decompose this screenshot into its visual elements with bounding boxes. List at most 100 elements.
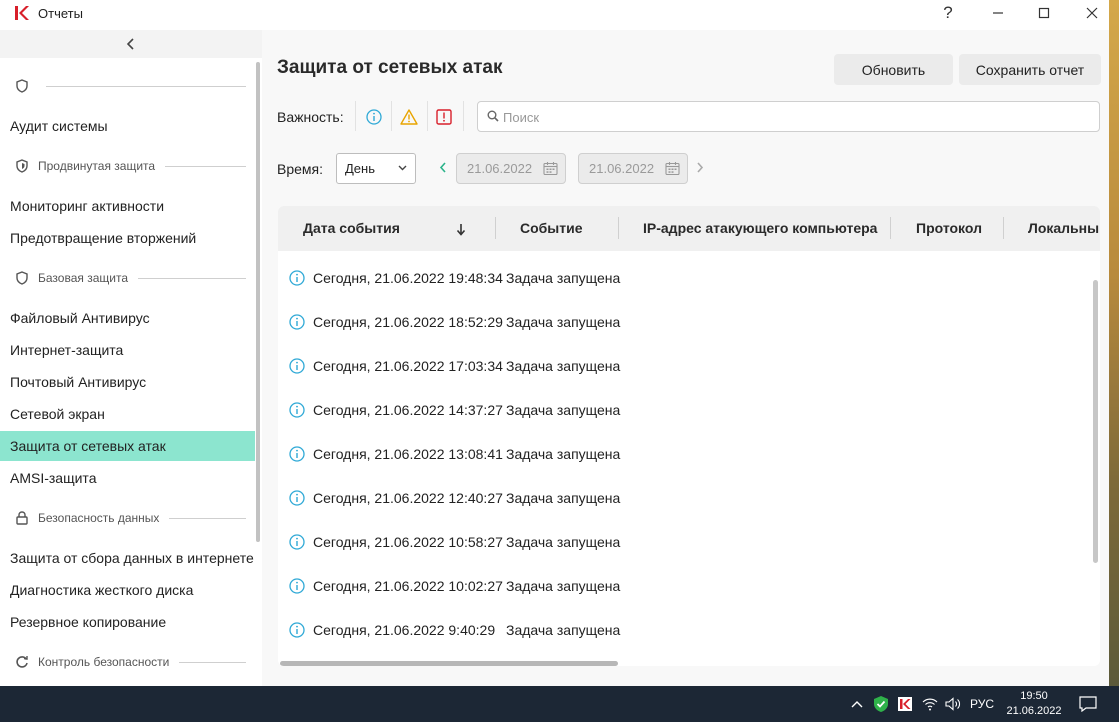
maximize-button[interactable] [1021, 0, 1067, 26]
search-icon [487, 110, 499, 122]
calendar-icon [543, 162, 558, 176]
minimize-button[interactable] [975, 0, 1021, 26]
table-row[interactable]: Сегодня, 21.06.2022 19:48:34 Задача запу… [278, 256, 1090, 300]
notification-icon [1079, 696, 1097, 712]
sort-descending-icon[interactable] [456, 206, 466, 251]
event-date-cell: Сегодня, 21.06.2022 17:03:34 [313, 358, 503, 374]
table-header: Дата события Событие IP-адрес атакующего… [278, 206, 1100, 251]
date-from-field[interactable]: 21.06.2022 [456, 153, 566, 184]
column-separator[interactable] [618, 217, 619, 239]
separator [355, 101, 356, 131]
event-date-cell: Сегодня, 21.06.2022 10:02:27 [313, 578, 503, 594]
refresh-button[interactable]: Обновить [834, 54, 953, 85]
sidebar-item-backup[interactable]: Резервное копирование [0, 607, 255, 637]
event-name-cell: Задача запущена [506, 402, 621, 418]
shield-icon [14, 158, 30, 174]
previous-period-button[interactable] [439, 161, 447, 176]
sidebar-item-file-antivirus[interactable]: Файловый Антивирус [0, 303, 255, 333]
calendar-icon [665, 162, 680, 176]
table-row[interactable]: Сегодня, 21.06.2022 10:58:27 Задача запу… [278, 520, 1090, 564]
sidebar-item-web-protection[interactable]: Интернет-защита [0, 335, 255, 365]
info-icon [289, 446, 305, 462]
table-vertical-scrollbar[interactable] [1093, 280, 1098, 563]
event-date-cell: Сегодня, 21.06.2022 12:40:27 [313, 490, 503, 506]
event-date-cell: Сегодня, 21.06.2022 18:52:29 [313, 314, 503, 330]
section-divider [165, 165, 246, 167]
shield-icon [14, 270, 30, 286]
event-name-cell: Задача запущена [506, 622, 621, 638]
search-box[interactable] [477, 101, 1100, 132]
sidebar-item-intrusion[interactable]: Предотвращение вторжений [0, 223, 255, 253]
column-separator[interactable] [1003, 217, 1004, 239]
date-from-value: 21.06.2022 [467, 161, 533, 176]
separator [391, 101, 392, 131]
event-name-cell: Задача запущена [506, 446, 621, 462]
table-row[interactable]: Сегодня, 21.06.2022 10:02:27 Задача запу… [278, 564, 1090, 608]
column-header-protocol[interactable]: Протокол [916, 206, 982, 251]
sidebar-item-amsi[interactable]: AMSI-защита [0, 463, 255, 493]
info-icon [289, 270, 305, 286]
main-panel: Защита от сетевых атак Обновить Сохранит… [262, 30, 1109, 686]
wifi-icon [922, 698, 938, 711]
clock[interactable]: 19:50 21.06.2022 [1000, 686, 1068, 722]
volume-tray[interactable] [943, 686, 963, 722]
severity-info-filter[interactable] [362, 105, 386, 129]
sidebar-scrollbar[interactable] [256, 62, 260, 542]
date-to-field[interactable]: 21.06.2022 [578, 153, 688, 184]
sidebar-item-data-collection[interactable]: Защита от сбора данных в интернете [0, 543, 255, 573]
windows-security-tray[interactable] [871, 686, 891, 722]
column-separator[interactable] [890, 217, 891, 239]
info-icon [366, 109, 382, 125]
desktop-edge [1109, 0, 1119, 686]
window-title: Отчеты [38, 6, 83, 21]
column-header-local[interactable]: Локальный [1028, 206, 1100, 251]
table-row[interactable]: Сегодня, 21.06.2022 13:08:41 Задача запу… [278, 432, 1090, 476]
column-header-attacker-ip[interactable]: IP-адрес атакующего компьютера [643, 206, 877, 251]
severity-critical-filter[interactable] [432, 105, 456, 129]
event-date-cell: Сегодня, 21.06.2022 13:08:41 [313, 446, 503, 462]
sidebar-item-disk-diagnostics[interactable]: Диагностика жесткого диска [0, 575, 255, 605]
sidebar-item-audit[interactable]: Аудит системы [0, 111, 255, 141]
separator [427, 101, 428, 131]
column-header-date[interactable]: Дата события [303, 206, 400, 251]
notifications-button[interactable] [1076, 686, 1100, 722]
section-divider [46, 85, 246, 87]
time-label: Время: [277, 161, 324, 177]
show-hidden-icons-button[interactable] [847, 686, 867, 722]
search-input[interactable] [503, 107, 1083, 127]
table-row[interactable]: Сегодня, 21.06.2022 17:03:34 Задача запу… [278, 344, 1090, 388]
info-icon [289, 622, 305, 638]
sidebar: Аудит системы Продвинутая защита Монитор… [0, 30, 262, 686]
maximize-icon [1038, 7, 1050, 19]
network-tray[interactable] [919, 686, 941, 722]
date-to-value: 21.06.2022 [589, 161, 655, 176]
clock-time: 19:50 [1020, 690, 1048, 702]
sidebar-section-data-security: Безопасность данных [14, 508, 246, 528]
period-select[interactable]: День [336, 153, 416, 184]
kaspersky-tray[interactable] [895, 686, 915, 722]
section-label: Базовая защита [38, 271, 128, 285]
kaspersky-tray-icon [898, 697, 912, 711]
collapse-sidebar-button[interactable] [0, 30, 262, 58]
sidebar-item-mail-antivirus[interactable]: Почтовый Антивирус [0, 367, 255, 397]
table-row[interactable]: Сегодня, 21.06.2022 18:52:29 Задача запу… [278, 300, 1090, 344]
severity-warning-filter[interactable] [397, 105, 421, 129]
event-date-cell: Сегодня, 21.06.2022 10:58:27 [313, 534, 503, 550]
table-horizontal-scrollbar[interactable] [280, 661, 618, 666]
column-separator[interactable] [495, 217, 496, 239]
table-row[interactable]: Сегодня, 21.06.2022 12:40:27 Задача запу… [278, 476, 1090, 520]
table-row[interactable]: Сегодня, 21.06.2022 9:40:29 Задача запущ… [278, 608, 1090, 652]
section-divider [169, 517, 246, 519]
save-report-button[interactable]: Сохранить отчет [959, 54, 1101, 85]
event-date-cell: Сегодня, 21.06.2022 9:40:29 [313, 622, 496, 638]
sidebar-item-network-attack[interactable]: Защита от сетевых атак [0, 431, 255, 461]
info-icon [289, 314, 305, 330]
table-row[interactable]: Сегодня, 21.06.2022 14:37:27 Задача запу… [278, 388, 1090, 432]
sidebar-item-firewall[interactable]: Сетевой экран [0, 399, 255, 429]
next-period-button[interactable] [696, 161, 704, 176]
taskbar: РУС 19:50 21.06.2022 [0, 686, 1119, 722]
input-language[interactable]: РУС [970, 686, 994, 722]
help-button[interactable]: ? [925, 0, 971, 26]
sidebar-item-activity[interactable]: Мониторинг активности [0, 191, 255, 221]
column-header-event[interactable]: Событие [520, 206, 583, 251]
